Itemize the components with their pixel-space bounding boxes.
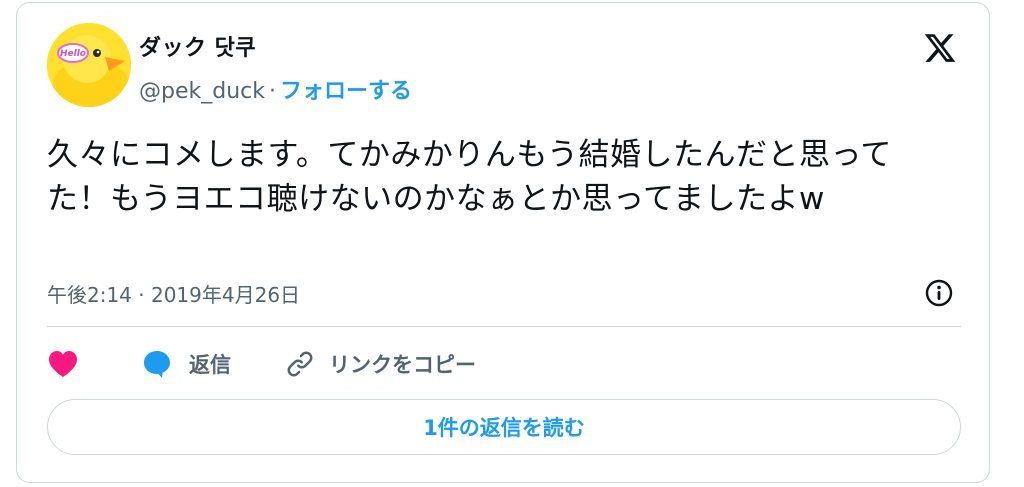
reply-label: 返信 [189, 353, 231, 377]
display-name[interactable]: ダック 닷쿠 [139, 30, 256, 62]
tweet-card: Hello ダック 닷쿠 @pek_duck · フォローする 久々にコメします。て… [16, 2, 990, 483]
link-icon [287, 351, 313, 377]
copy-link-label: リンクをコピー [329, 353, 476, 377]
user-handle[interactable]: @pek_duck [139, 79, 265, 104]
timestamp[interactable]: 午後2:14 · 2019年4月26日 [47, 279, 300, 308]
duck-avatar-image: Hello [47, 23, 131, 107]
copy-link-button[interactable]: リンクをコピー [285, 345, 476, 383]
speech-bubble-icon [144, 351, 170, 378]
info-icon[interactable] [923, 277, 955, 309]
x-logo-icon[interactable] [922, 31, 958, 65]
follow-button[interactable]: フォローする [280, 79, 412, 104]
read-replies-button[interactable]: 1件の返信を読む [47, 399, 961, 455]
handle-row: @pek_duck · フォローする [139, 73, 412, 105]
divider [47, 326, 961, 327]
reply-button[interactable]: 返信 [141, 345, 231, 383]
avatar[interactable]: Hello [47, 23, 131, 107]
avatar-badge-text: Hello [60, 49, 86, 59]
separator-dot: · [268, 79, 276, 104]
like-button[interactable] [47, 345, 79, 383]
tweet-text: 久々にコメします。てかみかりんもう結婚したんだと思ってた！もうヨエコ聴けないのか… [47, 137, 892, 217]
heart-icon [49, 351, 77, 377]
